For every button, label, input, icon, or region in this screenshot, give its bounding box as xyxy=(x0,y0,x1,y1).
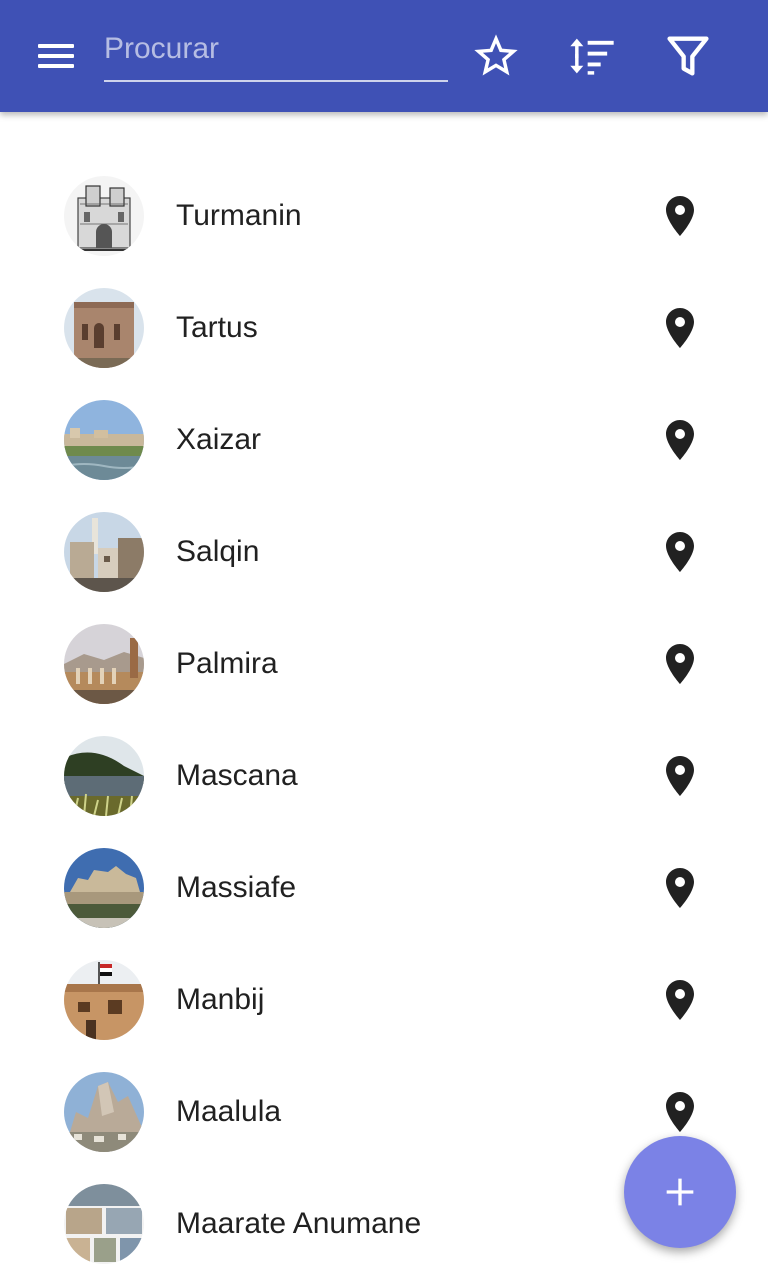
map-marker-icon[interactable] xyxy=(656,976,704,1024)
place-name: Palmira xyxy=(176,647,278,680)
list-item[interactable]: Xaizar xyxy=(0,384,768,496)
sort-icon[interactable] xyxy=(566,30,618,82)
map-marker-icon[interactable] xyxy=(656,528,704,576)
star-outline-icon[interactable] xyxy=(470,30,522,82)
place-thumbnail xyxy=(64,400,144,480)
list-item[interactable]: Massiafe xyxy=(0,832,768,944)
place-thumbnail xyxy=(64,288,144,368)
place-name: Turmanin xyxy=(176,199,302,232)
place-name: Mascana xyxy=(176,759,298,792)
place-thumbnail xyxy=(64,848,144,928)
place-thumbnail xyxy=(64,512,144,592)
map-marker-icon[interactable] xyxy=(656,192,704,240)
map-marker-icon[interactable] xyxy=(656,416,704,464)
place-name: Maalula xyxy=(176,1095,282,1128)
place-thumbnail xyxy=(64,1184,144,1264)
place-thumbnail xyxy=(64,624,144,704)
place-thumbnail xyxy=(64,1072,144,1152)
map-marker-icon[interactable] xyxy=(656,304,704,352)
app-bar xyxy=(0,0,768,112)
place-name: Maarate Anumane xyxy=(176,1207,422,1240)
place-thumbnail xyxy=(64,736,144,816)
map-marker-icon[interactable] xyxy=(656,1088,704,1136)
list-item[interactable]: Turmanin xyxy=(0,160,768,272)
places-list: Turmanin Tartus Xaizar Salqin Palmira Ma… xyxy=(0,160,768,1280)
add-place-button[interactable] xyxy=(624,1136,736,1248)
place-name: Manbij xyxy=(176,983,265,1016)
menu-icon[interactable] xyxy=(28,34,84,78)
list-item[interactable]: Tartus xyxy=(0,272,768,384)
list-item[interactable]: Salqin xyxy=(0,496,768,608)
map-marker-icon[interactable] xyxy=(656,640,704,688)
filter-icon[interactable] xyxy=(662,30,714,82)
place-name: Tartus xyxy=(176,311,258,344)
search-field[interactable] xyxy=(104,22,448,82)
map-marker-icon[interactable] xyxy=(656,864,704,912)
list-item[interactable]: Palmira xyxy=(0,608,768,720)
place-name: Massiafe xyxy=(176,871,297,904)
place-thumbnail xyxy=(64,960,144,1040)
place-thumbnail xyxy=(64,176,144,256)
list-item[interactable]: Mascana xyxy=(0,720,768,832)
map-marker-icon[interactable] xyxy=(656,752,704,800)
place-name: Xaizar xyxy=(176,423,262,456)
search-input[interactable] xyxy=(104,22,448,76)
plus-icon xyxy=(666,1178,694,1206)
list-item[interactable]: Manbij xyxy=(0,944,768,1056)
place-name: Salqin xyxy=(176,535,260,568)
